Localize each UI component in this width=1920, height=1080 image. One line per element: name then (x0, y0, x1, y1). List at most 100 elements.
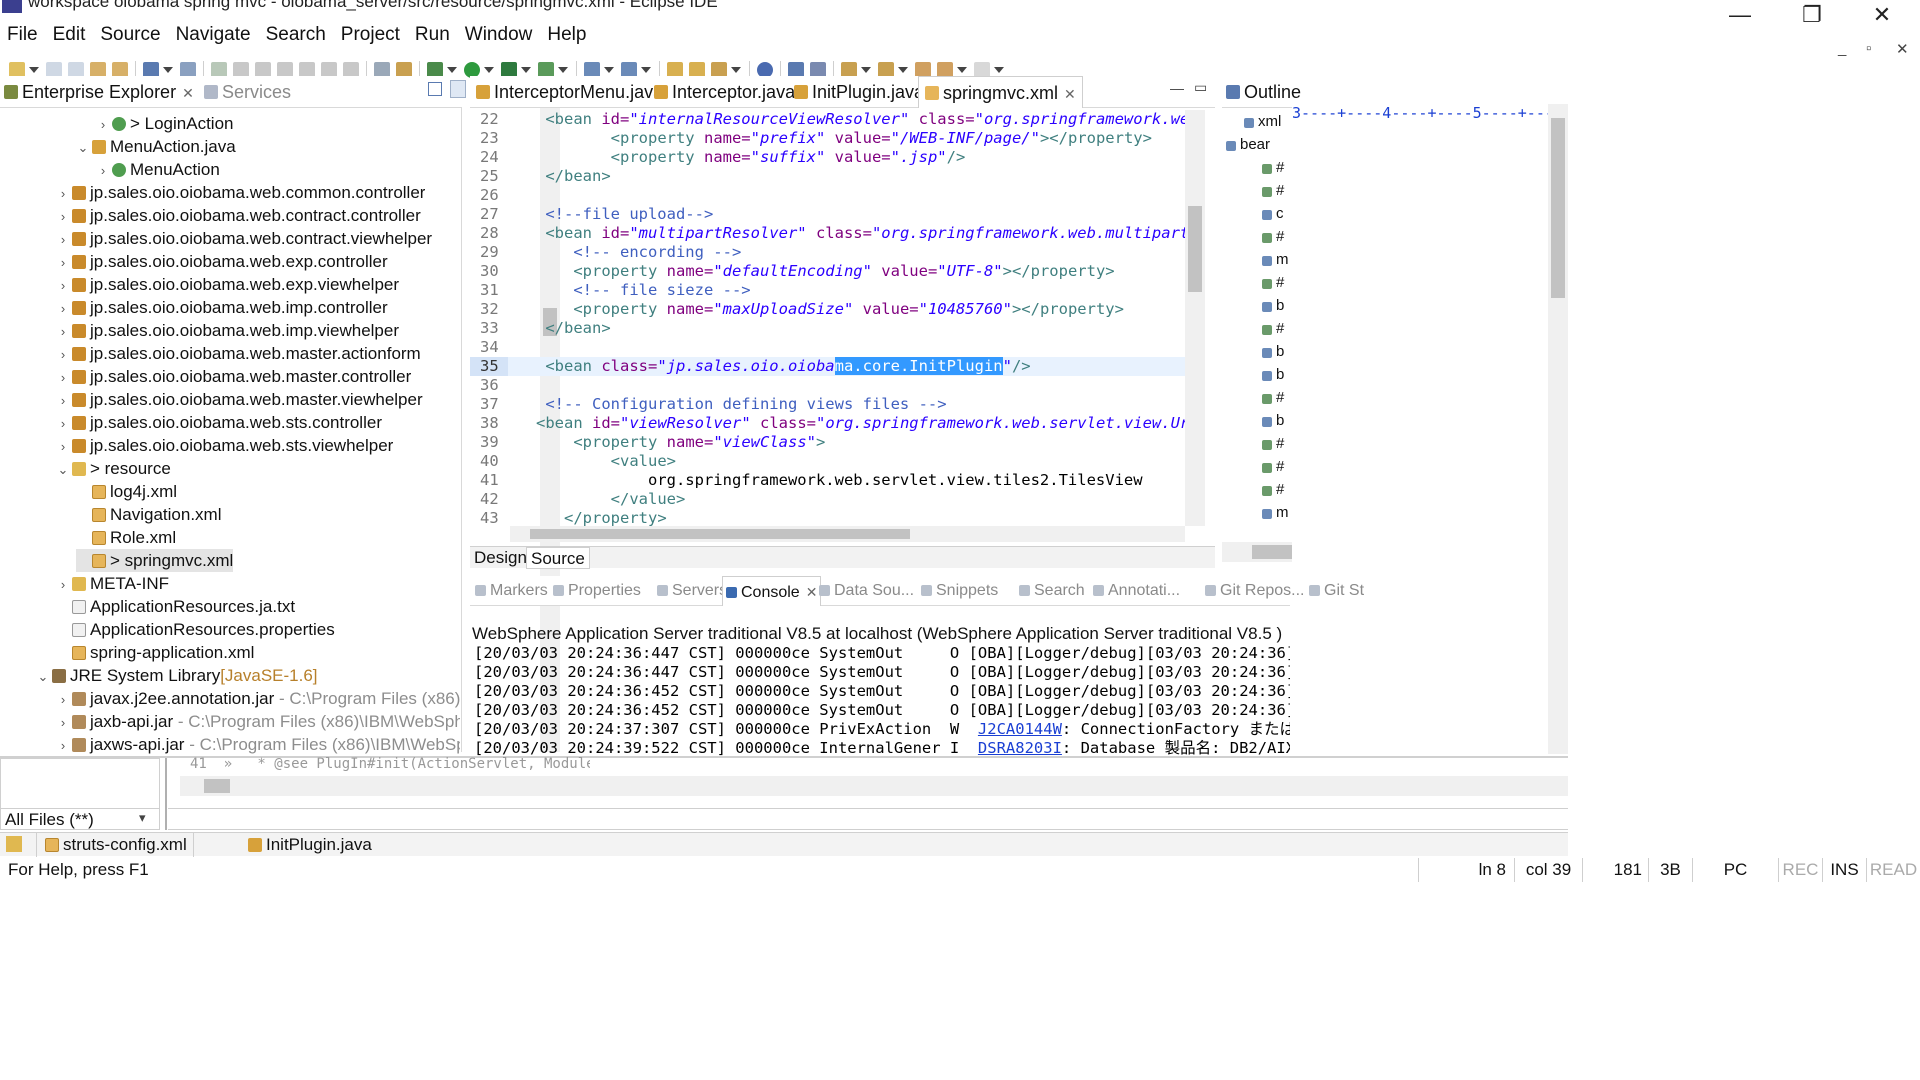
outline-item[interactable]: b (1260, 340, 1328, 363)
tree-item[interactable]: › jp.sales.oio.oiobama.web.sts.viewhelper (56, 434, 394, 457)
tab-enterprise-explorer[interactable]: Enterprise Explorer ✕ (4, 76, 194, 108)
outline-item[interactable]: bear (1224, 133, 1292, 156)
code-line[interactable]: 39 <property name="viewClass"> (470, 433, 1185, 452)
tab-design[interactable]: Design (474, 548, 527, 568)
forward-dropdown-icon[interactable] (994, 67, 1004, 73)
code-line[interactable]: 37 <!-- Configuration defining views fil… (470, 395, 1185, 414)
tree-item[interactable]: > springmvc.xml (76, 549, 234, 572)
tree-item[interactable]: › jaxb-api.jar - C:\Program Files (x86)\I… (56, 710, 460, 733)
tree-item[interactable]: › jp.sales.oio.oiobama.web.master.control… (56, 365, 411, 388)
bottom-input-strip[interactable] (168, 808, 1568, 830)
tree-item[interactable]: › MenuAction (96, 158, 220, 181)
maximize-button[interactable]: ❐ (1782, 0, 1842, 32)
code-line[interactable]: 26 (470, 186, 1185, 205)
prev-annotation-dropdown-icon[interactable] (898, 67, 908, 73)
tab-initplugin-java[interactable]: InitPlugin.java (788, 76, 930, 108)
outline-item[interactable]: b (1260, 294, 1328, 317)
chevron-right-icon[interactable]: › (56, 366, 70, 388)
tree-item[interactable]: ⌄ MenuAction.java (76, 135, 236, 158)
message-code-link[interactable]: DSRA8203I (978, 739, 1062, 757)
tab-annotati[interactable]: Annotati... (1090, 576, 1183, 606)
file-filter-select[interactable]: All Files (**) ▾ (0, 808, 160, 830)
external-tools-dropdown-icon[interactable] (558, 67, 568, 73)
editor-hscroll-thumb[interactable] (530, 529, 910, 539)
folder-icon[interactable] (6, 836, 22, 852)
outline-item[interactable]: # (1260, 432, 1328, 455)
tree-item[interactable]: ApplicationResources.properties (56, 618, 335, 641)
menu-source[interactable]: Source (93, 20, 168, 48)
tree-item[interactable]: › jp.sales.oio.oiobama.web.imp.viewhelper (56, 319, 399, 342)
code-line[interactable]: 24 <property name="suffix" value=".jsp"/… (470, 148, 1185, 167)
terminal-dropdown-icon[interactable] (163, 67, 173, 73)
tab-interceptormenu-java[interactable]: InterceptorMenu.java (470, 76, 669, 108)
code-line[interactable]: 38 <bean id="viewResolver" class="org.sp… (470, 414, 1185, 433)
tab-servers[interactable]: Servers (654, 576, 730, 606)
chevron-right-icon[interactable]: › (56, 205, 70, 227)
outline-horizontal-scrollbar[interactable] (1222, 542, 1292, 562)
link-with-editor-icon[interactable] (450, 80, 466, 98)
back-dropdown-icon[interactable] (957, 67, 967, 73)
tab-search[interactable]: Search (1016, 576, 1088, 606)
tab-console[interactable]: Console ✕ (722, 576, 822, 606)
menu-search[interactable]: Search (259, 20, 334, 48)
chevron-right-icon[interactable]: › (56, 343, 70, 365)
code-line[interactable]: 25 </bean> (470, 167, 1185, 186)
new-class-dropdown-icon[interactable] (641, 67, 651, 73)
outline-item[interactable]: # (1260, 179, 1328, 202)
tree-item[interactable]: › javax.j2ee.annotation.jar - C:\Program … (56, 687, 460, 710)
right-vertical-scrollbar[interactable] (1548, 104, 1568, 754)
outline-item[interactable]: # (1260, 317, 1328, 340)
tab-snippets[interactable]: Snippets (918, 576, 1001, 606)
code-line[interactable]: 41 org.springframework.web.servlet.view.… (470, 471, 1185, 490)
outline-item[interactable]: # (1260, 386, 1328, 409)
minimize-editor-icon[interactable]: — (1170, 80, 1184, 96)
tree-item[interactable]: › jp.sales.oio.oiobama.web.contract.contr… (56, 204, 421, 227)
menu-edit[interactable]: Edit (46, 20, 94, 48)
run-dropdown-icon[interactable] (484, 67, 494, 73)
debug-dropdown-icon[interactable] (447, 67, 457, 73)
tab-services[interactable]: Services (204, 76, 291, 108)
tree-item[interactable]: log4j.xml (76, 480, 177, 503)
code-line[interactable]: 28 <bean id="multipartResolver" class="o… (470, 224, 1185, 243)
code-line[interactable]: 27 <!--file upload--> (470, 205, 1185, 224)
minimize-perspective-icon[interactable]: _ (1838, 40, 1846, 57)
collapse-all-icon[interactable] (428, 82, 442, 96)
tab-markers[interactable]: Markers (472, 576, 551, 606)
code-line[interactable]: 35 <bean class="jp.sales.oio.oiobama.cor… (470, 357, 1185, 376)
chevron-right-icon[interactable]: › (56, 182, 70, 204)
tab-data-sou[interactable]: Data Sou... (816, 576, 917, 606)
tab-springmvc-xml[interactable]: springmvc.xml ✕ (918, 76, 1083, 108)
chevron-right-icon[interactable]: › (56, 320, 70, 342)
tree-item[interactable]: › jp.sales.oio.oiobama.web.contract.viewh… (56, 227, 432, 250)
code-line[interactable]: 42 </value> (470, 490, 1185, 509)
tab-git-st[interactable]: Git St (1306, 576, 1367, 606)
outline-scroll-thumb[interactable] (1252, 545, 1292, 559)
chevron-down-icon[interactable]: ⌄ (36, 665, 50, 687)
tree-item[interactable]: › jaxws-api.jar - C:\Program Files (x86)\… (56, 733, 460, 756)
outline-item[interactable]: m (1260, 501, 1328, 524)
editor-vertical-scrollbar[interactable] (1185, 110, 1205, 526)
chevron-right-icon[interactable]: › (56, 688, 70, 710)
outline-item[interactable]: b (1260, 363, 1328, 386)
code-line[interactable]: 33 </bean> (470, 319, 1185, 338)
right-scroll-thumb[interactable] (1551, 118, 1565, 298)
open-tab-struts-config-xml[interactable]: struts-config.xml (36, 833, 194, 857)
tree-item[interactable]: ApplicationResources.ja.txt (56, 595, 295, 618)
bottom-horizontal-scrollbar[interactable] (180, 776, 1568, 796)
tab-outline[interactable]: Outline (1226, 76, 1301, 108)
close-window-button[interactable]: ✕ (1852, 0, 1912, 32)
outline-item[interactable]: # (1260, 156, 1328, 179)
menu-navigate[interactable]: Navigate (169, 20, 259, 48)
code-line[interactable]: 23 <property name="prefix" value="/WEB-I… (470, 129, 1185, 148)
editor-scroll-thumb[interactable] (1188, 206, 1202, 292)
code-line[interactable]: 36 (470, 376, 1185, 395)
outline-item[interactable]: # (1260, 478, 1328, 501)
tree-item[interactable]: › jp.sales.oio.oiobama.web.imp.controller (56, 296, 388, 319)
minimize-button[interactable]: — (1710, 0, 1770, 32)
chevron-right-icon[interactable]: › (56, 573, 70, 595)
chevron-right-icon[interactable]: › (56, 711, 70, 733)
chevron-down-icon[interactable]: ⌄ (56, 458, 70, 480)
chevron-right-icon[interactable]: › (56, 251, 70, 273)
restore-perspective-icon[interactable]: ▫ (1866, 40, 1871, 57)
tab-source[interactable]: Source (526, 547, 590, 569)
